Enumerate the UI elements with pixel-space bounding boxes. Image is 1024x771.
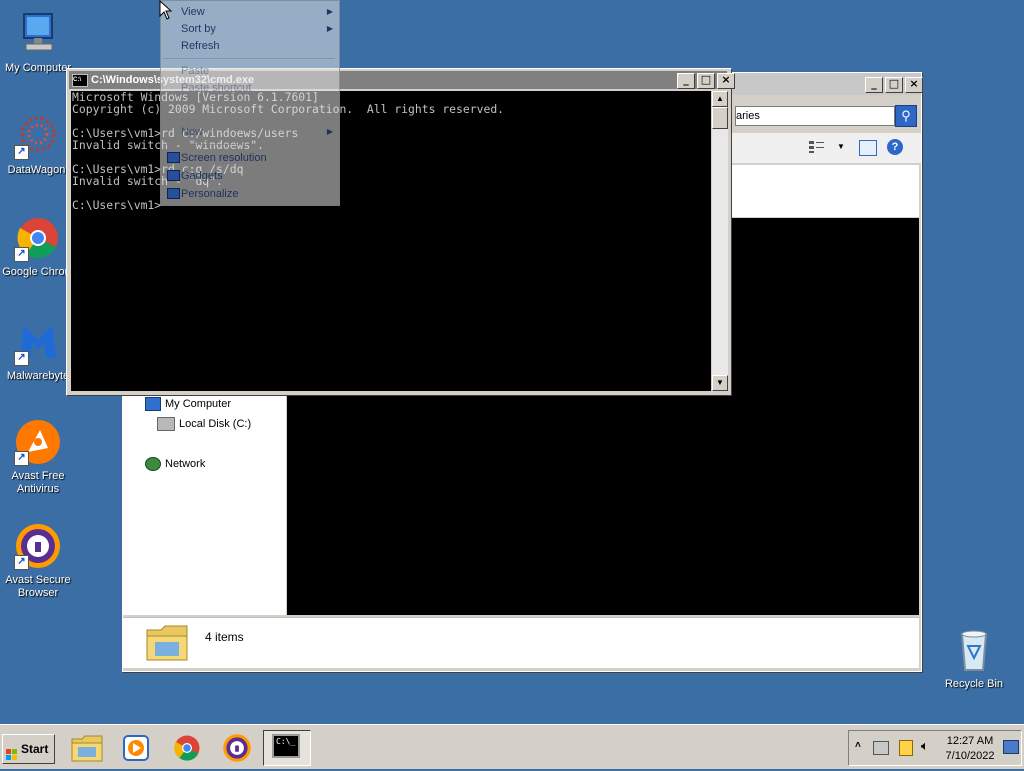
cmd-close-button[interactable]: × [717,73,735,89]
show-hidden-icons-icon[interactable]: ˄ [855,740,861,751]
cmd-minimize-button[interactable]: _ [677,73,695,89]
avast-browser-icon: ↗ [14,522,62,570]
menu-item-personalize[interactable]: Personalize [181,186,238,202]
desktop-icon-label: Recycle Bin [944,678,1004,690]
desktop-icon-label: My Computer [4,62,72,74]
media-player-icon [123,735,149,761]
menu-item-screen-resolution[interactable]: Screen resolution [181,150,267,166]
gadgets-icon [167,170,180,181]
menu-separator [163,58,335,59]
chevron-right-icon: ▶ [326,24,333,33]
volume-icon[interactable]: 🔈︎ [921,738,929,754]
menu-item-gadgets[interactable]: Gadgets [181,168,223,184]
menu-item-sort-by[interactable]: Sort by [181,21,216,37]
windows-flag-icon [6,743,18,760]
explorer-minimize-button[interactable]: _ [865,77,883,93]
menu-separator [163,144,335,145]
folder-icon [145,622,189,662]
menu-item-paste[interactable]: Paste [181,63,209,79]
datawagon-icon: ↗ [14,112,62,160]
folder-icon [71,735,103,762]
show-desktop-icon[interactable] [1003,740,1019,754]
cmd-maximize-button[interactable]: □ [697,73,715,89]
chevron-right-icon: ▶ [326,127,333,136]
start-button[interactable]: Start [2,734,55,764]
avast-browser-icon [223,734,251,762]
mouse-cursor-icon [159,0,173,20]
desktop-icon-avast-browser[interactable]: ↗ Avast Secure Browser [0,522,76,600]
menu-separator [163,119,335,120]
hard-drive-icon [157,417,175,431]
system-tray: ˄ 🔈︎ 12:27 AM 7/10/2022 [848,730,1022,766]
desktop-icon-label: Avast Secure Browser [5,574,71,599]
nav-item-my-computer[interactable]: My Computer [145,397,231,411]
cmd-icon: C:\_ [272,734,300,758]
explorer-details-pane: 4 items [123,617,919,668]
computer-icon [145,397,161,411]
clock-time: 12:27 AM [946,735,994,747]
network-tray-icon[interactable] [873,741,889,755]
shortcut-arrow-icon: ↗ [14,351,29,366]
scroll-thumb[interactable] [712,107,728,129]
desktop-icon-label: Malwarebyte [6,370,70,382]
taskbar-cmd-button[interactable]: C:\_ [263,730,311,766]
computer-icon [14,10,62,58]
chevron-right-icon: ▶ [326,7,333,16]
desktop-icon-label: Google Chrom [2,266,74,278]
avast-antivirus-icon: ↗ [14,418,62,466]
taskbar: Start C:\_ ˄ 🔈︎ 12:27 AM 7/10/2022 [0,724,1024,769]
recycle-bin-icon [950,626,998,674]
desktop-context-menu[interactable]: View ▶ Sort by ▶ Refresh Paste Paste sho… [160,0,340,206]
shortcut-arrow-icon: ↗ [14,555,29,570]
malwarebytes-icon: ↗ [14,318,62,366]
menu-item-refresh[interactable]: Refresh [181,38,220,54]
start-label: Start [21,742,49,756]
taskbar-avast-browser-button[interactable] [213,730,261,766]
menu-item-new[interactable]: New [181,124,203,140]
chrome-icon [174,735,200,761]
menu-item-view[interactable]: View [181,4,205,20]
taskbar-chrome-button[interactable] [163,730,211,766]
nav-item-label: Network [165,458,206,470]
desktop-icon-malwarebytes[interactable]: ↗ Malwarebyte [0,318,76,383]
search-icon[interactable]: ⚲ [895,105,917,127]
desktop-icon-avast-antivirus[interactable]: ↗ Avast Free Antivirus [0,418,76,496]
chevron-down-icon[interactable]: ▼ [837,142,845,151]
explorer-close-button[interactable]: × [905,77,923,93]
nav-item-network[interactable]: Network [145,457,205,471]
shortcut-arrow-icon: ↗ [14,451,29,466]
cmd-scrollbar[interactable]: ▲ ▼ [712,91,728,391]
shortcut-arrow-icon: ↗ [14,145,29,160]
scroll-down-icon[interactable]: ▼ [712,375,728,391]
explorer-maximize-button[interactable]: □ [885,77,903,93]
explorer-search-input[interactable]: aries [735,106,895,126]
screen-resolution-icon [167,152,180,163]
scroll-up-icon[interactable]: ▲ [712,91,728,107]
clock[interactable]: 12:27 AM 7/10/2022 [943,734,997,764]
taskbar-explorer-button[interactable] [63,730,111,766]
desktop-icon-datawagon[interactable]: ↗ DataWagon. [0,112,76,177]
desktop-icon-label: Avast Free Antivirus [11,470,65,495]
desktop-icon-recycle-bin[interactable]: Recycle Bin [936,626,1012,691]
item-count: 4 items [205,630,244,644]
help-icon[interactable]: ? [887,139,903,155]
desktop-icon-my-computer[interactable]: My Computer [0,10,76,75]
nav-item-label: My Computer [165,398,232,410]
menu-item-paste-shortcut[interactable]: Paste shortcut [181,80,251,96]
view-options-icon[interactable] [809,140,825,154]
desktop-icon-label: DataWagon. [7,164,69,176]
chrome-icon: ↗ [14,214,62,262]
action-center-flag-icon[interactable] [899,740,913,756]
nav-item-local-disk[interactable]: Local Disk (C:) [157,417,251,431]
taskbar-media-player-button[interactable] [112,730,160,766]
shortcut-arrow-icon: ↗ [14,247,29,262]
cmd-icon: C:\ [72,74,88,87]
network-icon [145,457,161,471]
personalize-icon [167,188,180,199]
preview-pane-icon[interactable] [859,140,877,156]
clock-date: 7/10/2022 [945,750,995,762]
desktop-icon-google-chrome[interactable]: ↗ Google Chrom [0,214,76,279]
nav-item-label: Local Disk (C:) [179,418,252,430]
